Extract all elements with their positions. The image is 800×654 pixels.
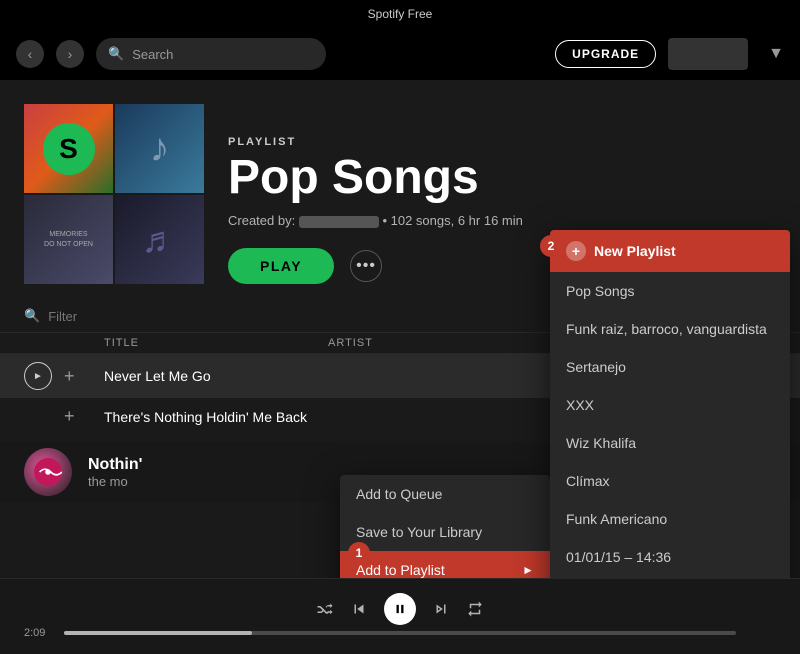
submenu-item-label: Funk Americano [566,511,667,527]
chevron-down-icon[interactable]: ▼ [768,45,784,63]
shuffle-button[interactable] [316,600,334,618]
main-content: S ♪ MEMORIESDO NOT OPEN ♬ PLAYLIST Pop S… [0,80,800,578]
memories-text: MEMORIESDO NOT OPEN [44,230,93,248]
context-menu-add-playlist[interactable]: Add to Playlist ► [340,551,550,578]
forward-button[interactable]: › [56,40,84,68]
playlist-meta: Created by: • 102 songs, 6 hr 16 min [228,213,776,228]
album-cell-1: S [24,104,113,193]
album-cell-2: ♪ [115,104,204,193]
badge-1: 1 [348,542,370,564]
artist-icon: ♪ [150,126,170,171]
new-playlist-icon: + [566,241,586,261]
title-bar: Spotify Free [0,0,800,28]
more-options-button[interactable]: ••• [350,250,382,282]
play-button[interactable]: PLAY [228,248,334,284]
now-playing-bar: 2:09 [0,578,800,654]
filter-icon: 🔍 [24,308,40,324]
playlist-type-label: PLAYLIST [228,136,776,148]
progress-bar-row: 2:09 [24,627,776,639]
submenu-item-label: Clímax [566,473,610,489]
submenu-item-label: XXX [566,397,594,413]
progress-row: 2:09 [24,627,776,639]
now-playing-art [24,448,72,496]
list-item[interactable]: 01/01/15 – 14:36 [550,538,790,576]
add-to-playlist-icon[interactable]: + [64,366,104,387]
context-item-label: Save to Your Library [356,524,482,540]
user-area[interactable] [668,38,748,70]
context-item-label: Add to Queue [356,486,442,502]
context-menu-save-library[interactable]: Save to Your Library [340,513,550,551]
play-circle-icon[interactable]: ► [24,362,52,390]
progress-bar[interactable] [64,631,736,635]
playlist-title: Pop Songs [228,152,776,205]
submenu-arrow-icon: ► [522,563,534,577]
add-to-playlist-icon[interactable]: + [64,406,104,427]
submenu-item-label: Funk raiz, barroco, vanguardista [566,321,767,337]
col-num [24,337,64,349]
context-menu-add-queue[interactable]: Add to Queue [340,475,550,513]
submenu-item-label: Sertanejo [566,359,626,375]
context-menu: Add to Queue Save to Your Library Add to… [340,475,550,578]
submenu-item-label: Wiz Khalifa [566,435,636,451]
badge-2: 2 [540,235,562,257]
new-playlist-label: New Playlist [594,243,676,259]
search-input[interactable] [132,47,313,62]
now-playing-subtitle: the mo [88,474,142,489]
previous-button[interactable] [350,600,368,618]
list-item[interactable]: Wiz Khalifa [550,424,790,462]
upgrade-button[interactable]: UPGRADE [555,40,656,68]
time-elapsed: 2:09 [24,627,54,639]
list-item[interactable]: Funk Americano [550,500,790,538]
col-title: TITLE [104,337,328,349]
created-by-blur [299,216,379,228]
now-playing-info: Nothin' the mo [88,456,142,489]
playlist-meta-info: • 102 songs, 6 hr 16 min [382,213,522,228]
created-by-label: Created by: [228,213,299,228]
list-item[interactable]: XXX [550,386,790,424]
track-title: There's Nothing Holdin' Me Back [104,409,328,425]
filter-input[interactable] [48,309,224,324]
playlist-submenu: + New Playlist Pop Songs Funk raiz, barr… [550,230,790,578]
band-icon: ♬ [142,219,178,261]
new-playlist-item[interactable]: + New Playlist [550,230,790,272]
search-icon: 🔍 [108,46,124,62]
list-item[interactable]: Clímax [550,462,790,500]
track-title: Never Let Me Go [104,368,328,384]
album-cell-3: MEMORIESDO NOT OPEN [24,195,113,284]
now-playing-title: Nothin' [88,456,142,474]
context-item-label: Add to Playlist [356,562,445,578]
next-button[interactable] [432,600,450,618]
search-bar: 🔍 [96,38,326,70]
col-artist: ARTIST [328,337,552,349]
list-item[interactable]: Pop Songs [550,272,790,310]
spotify-logo: S [43,123,95,175]
pause-button[interactable] [384,593,416,625]
list-item[interactable]: Sertanejo [550,348,790,386]
album-art-grid: S ♪ MEMORIESDO NOT OPEN ♬ [24,104,204,284]
transport-controls [316,593,484,625]
submenu-item-label: 01/01/15 – 14:36 [566,549,671,565]
progress-fill [64,631,252,635]
list-item[interactable]: Funk raiz, barroco, vanguardista [550,310,790,348]
repeat-button[interactable] [466,600,484,618]
back-button[interactable]: ‹ [16,40,44,68]
submenu-item-label: Pop Songs [566,283,635,299]
list-item[interactable]: Sugestivo [550,576,790,578]
nav-bar: ‹ › 🔍 UPGRADE ▼ [0,28,800,80]
album-cell-4: ♬ [115,195,204,284]
col-add [64,337,104,349]
app-title: Spotify Free [368,7,433,21]
